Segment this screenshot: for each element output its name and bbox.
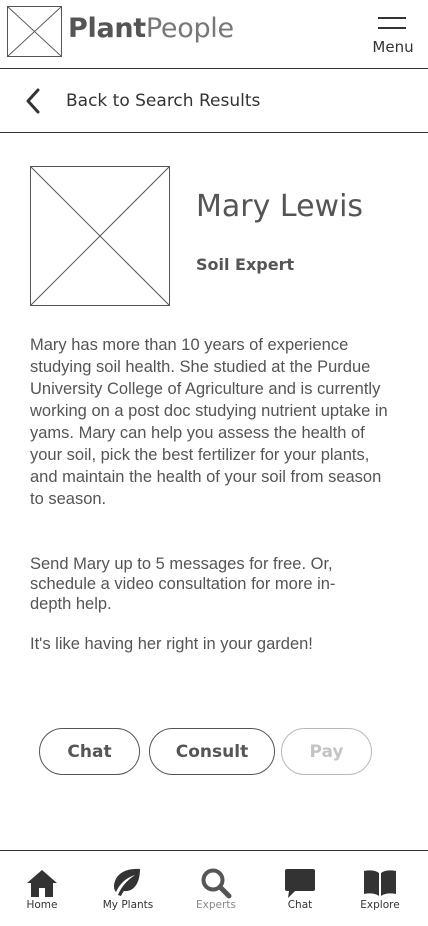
tab-explore[interactable]: Explore [354,851,406,926]
leaf-icon [109,867,143,899]
back-label: Back to Search Results [66,91,261,111]
back-to-results-link[interactable]: Back to Search Results [0,69,428,133]
brand-name-light: People [145,13,234,44]
hamburger-icon [378,16,406,32]
logo-image-placeholder-icon[interactable] [7,6,62,57]
app-header: PlantPeople Menu [0,0,428,69]
tab-my-plants[interactable]: My Plants [97,851,159,926]
bottom-tab-bar: Home My Plants Experts Chat Explore [0,850,428,926]
menu-button[interactable]: Menu [368,14,418,60]
book-icon [363,867,397,899]
expert-role: Soil Expert [196,255,295,274]
consult-button[interactable]: Consult [149,728,275,775]
expert-bio: Mary has more than 10 years of experienc… [30,336,388,508]
search-icon [199,867,233,899]
brand-logo[interactable]: PlantPeople [68,13,234,44]
tab-chat-label: Chat [287,899,313,911]
pay-button[interactable]: Pay [281,728,372,775]
tab-home-label: Home [26,899,58,911]
profile-photo-placeholder-icon [30,166,170,306]
tab-my-plants-label: My Plants [102,899,154,911]
chat-button[interactable]: Chat [39,728,140,775]
tab-explore-label: Explore [360,899,400,911]
menu-label: Menu [372,38,414,56]
tab-chat[interactable]: Chat [275,851,325,926]
tagline: It's like having her right in your garde… [30,635,313,653]
messaging-offer: Send Mary up to 5 messages for free. Or,… [30,555,336,613]
home-icon [25,867,59,899]
chevron-left-icon [22,87,44,115]
tab-experts-label: Experts [196,899,236,911]
chat-bubble-icon [283,867,317,899]
brand-name-bold: Plant [68,13,146,44]
tab-experts[interactable]: Experts [190,851,242,926]
expert-name: Mary Lewis [196,189,364,224]
tab-home[interactable]: Home [17,851,67,926]
